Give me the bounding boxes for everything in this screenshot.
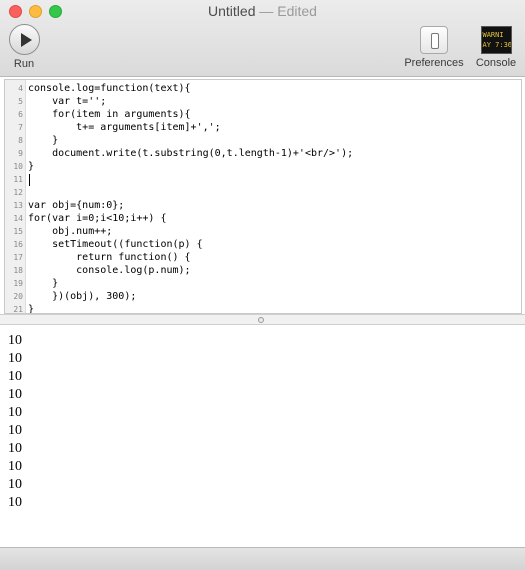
code-line[interactable]: 15 obj.num++; <box>5 225 521 238</box>
code-line[interactable]: 18 console.log(p.num); <box>5 264 521 277</box>
line-number: 17 <box>13 253 23 262</box>
code-text: console.log(p.num); <box>28 265 191 276</box>
code-line[interactable]: 20 })(obj), 300); <box>5 290 521 303</box>
code-text: })(obj), 300); <box>28 291 137 302</box>
code-line[interactable]: 7 t+= arguments[item]+','; <box>5 121 521 134</box>
code-text: for(item in arguments){ <box>28 109 191 120</box>
output-line: 10 <box>8 333 22 348</box>
line-number: 13 <box>13 201 23 210</box>
code-text: for(var i=0;i<10;i++) { <box>28 213 167 224</box>
status-bar <box>0 547 525 570</box>
code-line[interactable]: 9 document.write(t.substring(0,t.length-… <box>5 147 521 160</box>
line-number: 14 <box>13 214 23 223</box>
line-number: 9 <box>18 149 23 158</box>
code-line[interactable]: 17 return function() { <box>5 251 521 264</box>
window-titlebar: Untitled — Edited Run Preferences WARNI … <box>0 0 525 77</box>
code-line[interactable]: 12 <box>5 186 521 199</box>
line-number: 6 <box>18 110 23 119</box>
code-text: } <box>28 304 35 314</box>
code-line[interactable]: 5 var t=''; <box>5 95 521 108</box>
output-line: 10 <box>8 459 22 474</box>
code-text: } <box>28 135 59 146</box>
console-icon-text-line2: AY 7:36 <box>482 41 512 49</box>
code-line[interactable]: 4 console.log=function(text){ <box>5 82 521 95</box>
edited-status: Edited <box>277 3 317 19</box>
code-line[interactable]: 21} <box>5 303 521 314</box>
document-name: Untitled <box>208 3 256 19</box>
run-button[interactable]: Run <box>7 24 41 70</box>
line-number: 8 <box>18 136 23 145</box>
output-line: 10 <box>8 351 22 366</box>
line-number: 19 <box>13 279 23 288</box>
line-number: 12 <box>13 188 23 197</box>
line-number: 4 <box>18 84 23 93</box>
code-line[interactable]: 14 for(var i=0;i<10;i++) { <box>5 212 521 225</box>
code-text: var t=''; <box>28 96 107 107</box>
code-line[interactable]: 10} <box>5 160 521 173</box>
output-line: 10 <box>8 369 22 384</box>
code-line[interactable]: 6 for(item in arguments){ <box>5 108 521 121</box>
output-line: 10 <box>8 423 22 438</box>
code-line[interactable]: 8 } <box>5 134 521 147</box>
output-line: 10 <box>8 495 22 510</box>
line-number: 18 <box>13 266 23 275</box>
output-pane: 10 10 10 10 10 10 10 10 10 10 <box>0 325 525 547</box>
code-line[interactable]: 16 setTimeout((function(p) { <box>5 238 521 251</box>
output-line: 10 <box>8 477 22 492</box>
line-number: 10 <box>13 162 23 171</box>
pane-splitter[interactable] <box>0 314 525 325</box>
code-text: t+= arguments[item]+','; <box>28 122 221 133</box>
console-log-icon: WARNI AY 7:36 <box>480 26 512 54</box>
console-icon-text-line1: WARNI <box>482 31 504 39</box>
line-number: 16 <box>13 240 23 249</box>
splitter-handle-icon[interactable] <box>258 317 264 323</box>
play-icon <box>8 24 40 55</box>
run-label: Run <box>13 58 35 70</box>
toggle-switch-icon <box>420 26 448 54</box>
text-cursor <box>29 174 30 186</box>
line-number: 11 <box>13 175 23 184</box>
line-number: 15 <box>13 227 23 236</box>
code-text: obj.num++; <box>28 226 113 237</box>
code-text: } <box>28 278 59 289</box>
line-number: 21 <box>13 305 23 314</box>
code-line[interactable]: 19 } <box>5 277 521 290</box>
code-text: } <box>28 161 35 172</box>
output-line: 10 <box>8 441 22 456</box>
output-line: 10 <box>8 405 22 420</box>
code-text: setTimeout((function(p) { <box>28 239 203 250</box>
preferences-button[interactable]: Preferences <box>401 26 467 69</box>
console-button[interactable]: WARNI AY 7:36 Console <box>472 26 520 69</box>
code-text: console.log=function(text){ <box>28 83 191 94</box>
code-text: document.write(t.substring(0,t.length-1)… <box>28 148 354 159</box>
code-text: return function() { <box>28 252 191 263</box>
code-editor[interactable]: 4 console.log=function(text){5 var t=''; 6… <box>4 79 522 314</box>
window-title: Untitled — Edited <box>0 3 525 19</box>
output-line: 10 <box>8 387 22 402</box>
line-number: 5 <box>18 97 23 106</box>
line-number: 7 <box>18 123 23 132</box>
preferences-label: Preferences <box>404 57 464 69</box>
edit-separator: — <box>259 3 274 19</box>
code-line[interactable]: 13 var obj={num:0}; <box>5 199 521 212</box>
line-number: 20 <box>13 292 23 301</box>
console-label: Console <box>475 57 517 69</box>
code-line[interactable]: 11 <box>5 173 521 186</box>
code-text: var obj={num:0}; <box>28 200 125 211</box>
